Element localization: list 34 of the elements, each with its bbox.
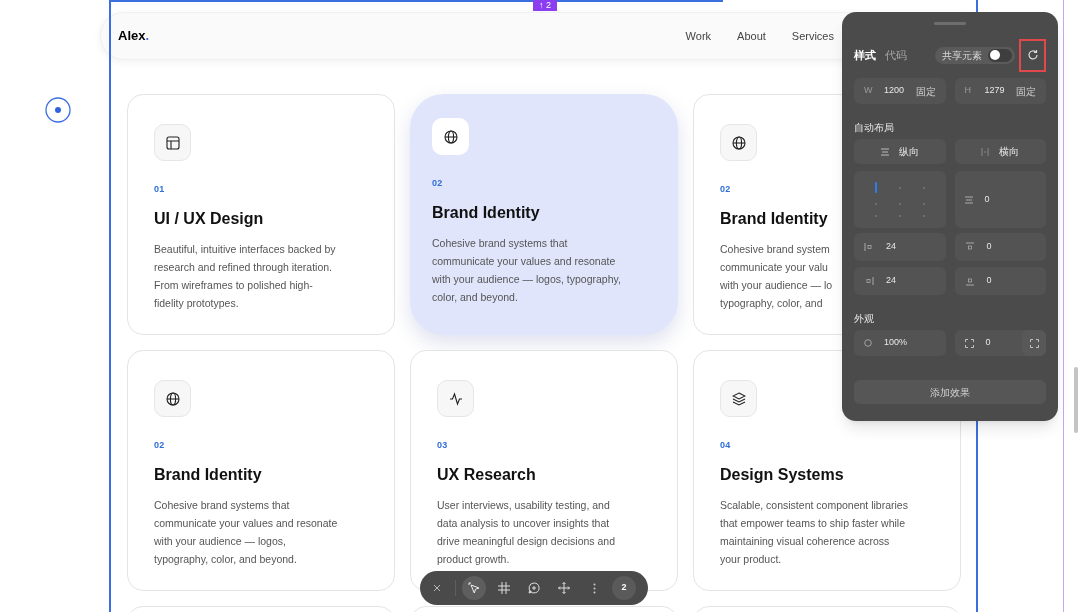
toggle-label: 共享元素: [942, 48, 982, 63]
card-number: 02: [720, 183, 731, 196]
card-title: Brand Identity: [154, 464, 262, 485]
field-value: 0: [985, 336, 991, 350]
card-description: User interviews, usability testing, and data analysis to uncover insights that drive meaningful design decisions and product growth.: [437, 497, 616, 567]
field-value: 24: [886, 274, 896, 288]
field-value: 0: [986, 274, 992, 288]
card-title: UX Research: [437, 464, 536, 485]
card-title: UI / UX Design: [154, 208, 264, 229]
card-title: Brand Identity: [720, 208, 828, 229]
card-description: Beautiful, intuitive interfaces backed by research and refined through iteration. From wireframes to polished high- fidelity prototypes.: [154, 241, 336, 311]
card-description: Scalable, consistent component libraries that empower teams to ship faster while maintaining visual coherence across your product.: [720, 497, 908, 567]
field-value: 24: [886, 240, 896, 254]
card-title: Brand Identity: [432, 202, 540, 223]
field-value: 100%: [884, 336, 908, 350]
card-description: Cohesive brand system communicate your valu with your audience — lo typography, color, and: [720, 241, 833, 311]
field-value: 0: [984, 192, 990, 206]
section-title: 自动布局: [854, 121, 895, 135]
button-label: 横向: [999, 145, 1020, 159]
size-mode: 固定: [1016, 84, 1036, 99]
field-value: 0: [986, 240, 992, 254]
card-description: Cohesive brand systems that communicate your values and resonate with your audience — logos, typography, color, and beyond.: [154, 497, 338, 567]
card-number: 01: [154, 183, 165, 196]
card-number: 02: [432, 177, 443, 190]
card-description: Cohesive brand systems that communicate your values and resonate with your audience — logos, typography, color, and beyond.: [432, 235, 621, 305]
section-title: 外观: [854, 312, 875, 326]
card-number: 02: [154, 439, 165, 452]
button-label: 纵向: [898, 145, 919, 159]
field-value: 1279: [984, 84, 1005, 98]
card-number: 04: [720, 439, 731, 452]
selection-badge: ↑ 2: [533, 0, 557, 11]
card-title: Design Systems: [720, 464, 844, 485]
card-number: 03: [437, 439, 448, 452]
field-label: H: [964, 84, 972, 98]
